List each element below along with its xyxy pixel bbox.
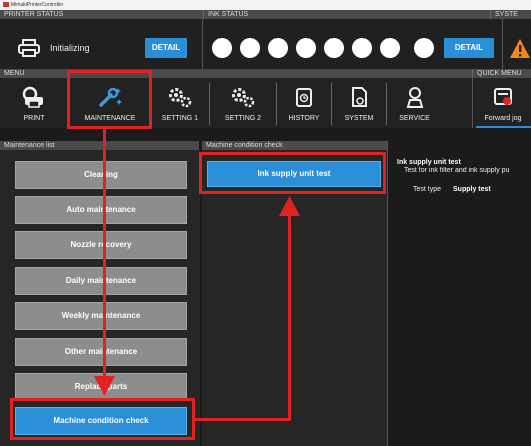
menu-item-service[interactable]: SERVICE: [387, 81, 442, 127]
ink-slot: [212, 38, 232, 58]
ink-slot: [324, 38, 344, 58]
system-icon: [332, 86, 386, 108]
quick-menu-active-indicator: [476, 126, 531, 128]
arrow-down-line: [103, 129, 106, 378]
panel-divider: [387, 141, 388, 446]
maintenance-item-weekly[interactable]: Weekly maintenance: [15, 302, 187, 330]
menu-item-print[interactable]: PRINT: [0, 81, 68, 127]
highlight-box-ink-supply-test: [199, 152, 386, 194]
highlight-box-machine-check: [10, 398, 195, 440]
menu-item-history[interactable]: HISTORY: [277, 81, 331, 127]
menu-item-system[interactable]: SYSTEM: [332, 81, 386, 127]
menu-item-setting-2[interactable]: SETTING 2: [210, 81, 276, 127]
arrow-up-line: [288, 215, 291, 421]
printer-detail-button[interactable]: DETAIL: [145, 38, 187, 58]
menu-item-label: SETTING 1: [161, 115, 199, 122]
highlight-box-maintenance: [67, 70, 152, 129]
service-icon: [387, 86, 442, 108]
window-titlebar: MimakiPrinterController: [0, 0, 531, 10]
ink-slot: [240, 38, 260, 58]
quick-menu-divider: [472, 78, 473, 128]
history-icon: [277, 86, 331, 108]
detail-title: Ink supply unit test: [397, 159, 461, 166]
ink-status-header: INK STATUS: [203, 10, 490, 19]
maintenance-list-header: Maintenance list: [0, 141, 199, 150]
arrow-up-head: [279, 196, 300, 216]
ink-slot: [268, 38, 288, 58]
window-title: MimakiPrinterController: [11, 2, 64, 8]
app-icon: [3, 2, 9, 8]
detail-description: Test for ink filter and ink supply pu: [404, 167, 510, 174]
detail-field-label: Test type: [413, 186, 442, 193]
ink-detail-button[interactable]: DETAIL: [444, 38, 494, 58]
menu-item-label: SETTING 2: [224, 115, 262, 122]
machine-check-header: Machine condition check: [202, 141, 387, 150]
printer-icon: [18, 39, 40, 57]
quick-menu-header: QUICK MENU: [472, 69, 531, 78]
detail-panel: [389, 150, 531, 446]
gears-icon: [152, 86, 208, 108]
gears-icon: [210, 86, 276, 108]
printer-icon: [0, 86, 68, 108]
quick-menu-forward-jog[interactable]: Forward jog: [475, 81, 531, 127]
printer-state: Initializing: [50, 43, 90, 53]
ink-slot: [414, 38, 434, 58]
status-divider: [202, 19, 203, 69]
menu-item-label: SYSTEM: [344, 115, 374, 122]
maintenance-item-other[interactable]: Other maintenance: [15, 338, 187, 366]
ink-slot: [296, 38, 316, 58]
menu-item-label: PRINT: [23, 115, 45, 122]
ink-slot: [380, 38, 400, 58]
printer-status-header: PRINTER STATUS: [0, 10, 203, 19]
menu-item-label: SERVICE: [399, 115, 430, 122]
maintenance-item-auto[interactable]: Auto maintenance: [15, 196, 187, 224]
menu-item-setting-1[interactable]: SETTING 1: [152, 81, 208, 127]
warning-icon[interactable]: [509, 38, 531, 60]
menu-item-label: Forward jog: [484, 115, 522, 122]
forward-jog-icon: [475, 86, 531, 108]
status-divider: [502, 19, 503, 69]
ink-slot: [352, 38, 372, 58]
detail-field-value: Supply test: [453, 186, 491, 193]
maintenance-item-daily[interactable]: Daily maintenance: [15, 267, 187, 295]
menu-item-label: HISTORY: [288, 115, 320, 122]
machine-check-panel: [202, 150, 387, 446]
arrow-down-head: [94, 376, 115, 396]
maintenance-item-cleaning[interactable]: Cleaning: [15, 161, 187, 189]
arrow-horizontal-line: [195, 418, 291, 421]
system-status-header: SYSTE: [490, 10, 531, 19]
maintenance-item-nozzle-recovery[interactable]: Nozzle recovery: [15, 231, 187, 259]
